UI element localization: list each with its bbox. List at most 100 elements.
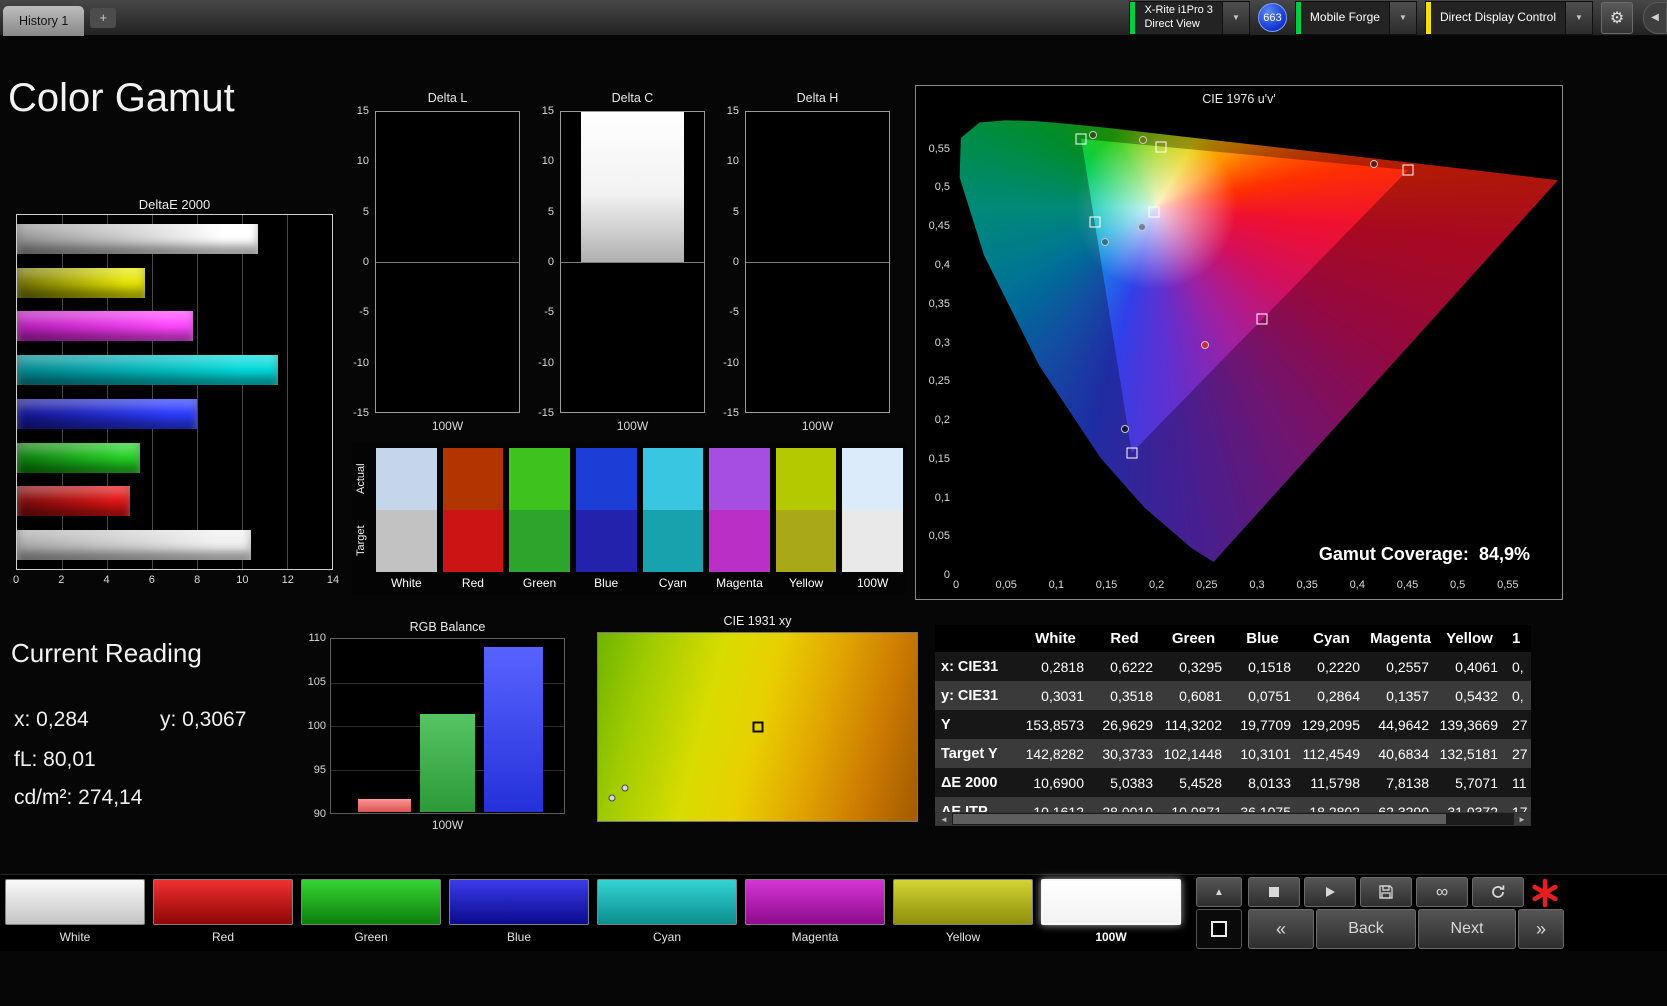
swatch-label: White — [376, 572, 437, 590]
patch-label: 100W — [1041, 930, 1181, 944]
actual-row-label: Actual — [355, 448, 371, 510]
settings-gear-icon[interactable]: ⚙ — [1601, 2, 1633, 34]
deltae-bar-green — [17, 443, 140, 473]
swatch-actual — [509, 448, 570, 510]
y-tick-label: -10 — [538, 357, 554, 369]
deltae-chart-title: DeltaE 2000 — [16, 197, 333, 212]
collapse-panel-button[interactable]: ◀ — [1643, 2, 1667, 34]
swatch-target — [576, 510, 637, 572]
y-tick-label: 0,35 — [929, 298, 950, 310]
y-tick-label: -15 — [723, 407, 739, 419]
table-cell: 0,1357 — [1366, 688, 1435, 704]
refresh-button[interactable] — [1472, 877, 1524, 907]
loop-button[interactable]: ∞ — [1416, 877, 1468, 907]
y-tick-label: 15 — [727, 105, 739, 117]
scroll-right-icon[interactable]: ► — [1514, 813, 1530, 825]
patch-button-white[interactable] — [5, 879, 145, 925]
play-button[interactable] — [1304, 877, 1356, 907]
x-axis-label: 100W — [745, 419, 890, 433]
rgb-balance-xlabel: 100W — [330, 818, 565, 832]
next-button[interactable]: Next — [1418, 909, 1516, 949]
swatch-actual — [443, 448, 504, 510]
last-page-button[interactable]: » — [1518, 909, 1564, 949]
chevron-down-icon[interactable]: ▼ — [1565, 2, 1592, 34]
patch-label: Blue — [449, 930, 589, 944]
y-tick-label: 10 — [542, 155, 554, 167]
y-tick-label: 100 — [308, 720, 326, 732]
display-control-label: Direct Display Control — [1431, 2, 1565, 34]
measured-green — [1089, 131, 1097, 139]
table-cell: 31,0372 — [1435, 804, 1504, 813]
actual-vs-target-swatches: Actual Target WhiteRedGreenBlueCyanMagen… — [352, 443, 907, 593]
patch-button-yellow[interactable] — [893, 879, 1033, 925]
swatch-actual — [376, 448, 437, 510]
add-tab-button[interactable]: + — [90, 8, 116, 28]
table-header-cell: 1 — [1504, 630, 1531, 647]
x-tick-label: 0 — [13, 574, 19, 586]
y-tick-label: 0,45 — [929, 220, 950, 232]
chevron-down-icon[interactable]: ▼ — [1389, 2, 1416, 34]
table-row-label: y: CIE31 — [935, 688, 1021, 704]
history-tab[interactable]: History 1 — [3, 6, 84, 36]
y-tick-label: 5 — [733, 206, 739, 218]
table-cell: 0,6222 — [1090, 659, 1159, 675]
refresh-icon — [1490, 884, 1506, 900]
first-page-button[interactable]: « — [1248, 909, 1314, 949]
y-tick-label: -5 — [359, 306, 369, 318]
target-green — [1076, 134, 1087, 145]
table-cell: 0,3518 — [1090, 688, 1159, 704]
y-tick-label: 0 — [363, 256, 369, 268]
zero-line — [376, 262, 519, 263]
reading-cdm2: cd/m²: 274,14 — [14, 786, 142, 810]
spectracal-asterisk-button[interactable] — [1526, 877, 1564, 909]
measured-cyan — [1101, 238, 1109, 246]
patch-button-blue[interactable] — [449, 879, 589, 925]
y-tick-label: 10 — [727, 155, 739, 167]
deltae-x-axis: 02468101214 — [16, 574, 333, 588]
stop-icon — [1269, 887, 1279, 897]
patch-button-cyan[interactable] — [597, 879, 737, 925]
stop-button[interactable] — [1248, 877, 1300, 907]
table-cell: 11,5798 — [1297, 775, 1366, 791]
swatch-label: 100W — [842, 572, 903, 590]
source-selector[interactable]: Mobile Forge ▼ — [1295, 1, 1417, 35]
rgb-balance-chart: 1101051009590 — [330, 638, 565, 814]
table-cell: 36,1075 — [1228, 804, 1297, 813]
table-horizontal-scrollbar[interactable]: ◄ ► — [935, 812, 1531, 826]
deltae-2000-chart — [16, 214, 333, 570]
patch-button-red[interactable] — [153, 879, 293, 925]
y-tick-label: -15 — [538, 407, 554, 419]
save-button[interactable] — [1360, 877, 1412, 907]
pattern-window-button[interactable] — [1196, 909, 1242, 949]
y-tick-label: 0,2 — [935, 414, 950, 426]
table-row: ΔE 200010,69005,03835,45288,013311,57987… — [935, 768, 1531, 797]
meter-selector[interactable]: X-Rite i1Pro 3 Direct View ▼ — [1129, 1, 1249, 35]
table-cell: 26,9629 — [1090, 717, 1159, 733]
table-row-label: ΔE ITP — [935, 804, 1021, 813]
swatch-target — [709, 510, 770, 572]
rgb-bar-green — [420, 714, 476, 812]
y-tick-label: -15 — [353, 407, 369, 419]
patch-button-100w[interactable] — [1041, 879, 1181, 925]
table-cell: 142,8282 — [1021, 746, 1090, 762]
table-cell: 40,6834 — [1366, 746, 1435, 762]
x-tick-label: 12 — [282, 574, 294, 586]
table-row: ΔE ITP10,161228,001010,087136,107518,280… — [935, 797, 1531, 812]
up-arrow-button[interactable]: ▲ — [1196, 877, 1242, 907]
scrollbar-thumb[interactable] — [953, 814, 1446, 824]
chevron-down-icon[interactable]: ▼ — [1222, 2, 1249, 34]
x-tick-label: 10 — [236, 574, 248, 586]
swatch-actual — [776, 448, 837, 510]
patch-label: Yellow — [893, 930, 1033, 944]
display-control-selector[interactable]: Direct Display Control ▼ — [1425, 1, 1593, 35]
y-tick-label: 0,05 — [929, 530, 950, 542]
back-button[interactable]: Back — [1316, 909, 1416, 949]
patch-button-green[interactable] — [301, 879, 441, 925]
table-header-cell: Blue — [1228, 630, 1297, 647]
table-row-label: ΔE 2000 — [935, 775, 1021, 791]
up-arrow-icon: ▲ — [1214, 887, 1224, 898]
scroll-left-icon[interactable]: ◄ — [936, 813, 952, 825]
plot-area — [560, 111, 705, 413]
patch-button-magenta[interactable] — [745, 879, 885, 925]
deltae-bar-yellow — [17, 268, 145, 298]
